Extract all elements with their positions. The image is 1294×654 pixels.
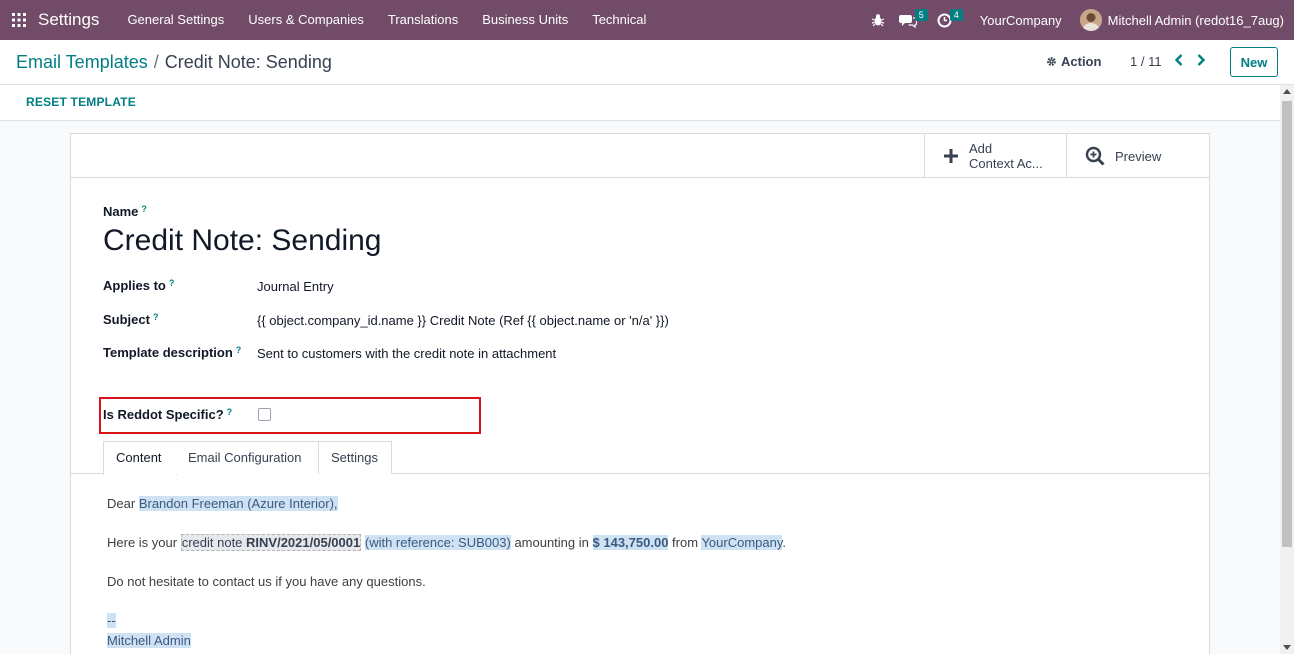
subject-label: Subject? <box>103 312 158 327</box>
tab-settings[interactable]: Settings <box>318 441 392 474</box>
form-statusbar: RESET TEMPLATE <box>0 85 1280 121</box>
zoom-search-icon <box>1085 146 1105 166</box>
body-company: YourCompany <box>701 535 783 550</box>
reddot-help-tooltip[interactable]: ? <box>227 407 233 417</box>
reddot-specific-label: Is Reddot Specific?? <box>103 407 232 422</box>
template-description-label-text: Template description <box>103 345 233 360</box>
add-context-line2: Context Ac... <box>969 156 1043 171</box>
notebook-tabs: Content Email Configuration Settings <box>71 441 1209 475</box>
applies-to-label-text: Applies to <box>103 278 166 293</box>
template-description-field[interactable]: Sent to customers with the credit note i… <box>257 346 556 361</box>
body-partner: Brandon Freeman <box>138 496 244 511</box>
body-dear: Dear <box>107 496 136 511</box>
scrollbar-thumb[interactable] <box>1282 101 1292 547</box>
preview-button[interactable]: Preview <box>1066 134 1209 178</box>
body-credit-note-word: credit note <box>181 535 243 550</box>
apps-menu-icon[interactable] <box>0 0 38 40</box>
messages-count-badge: 5 <box>914 9 928 21</box>
control-panel: Email Templates / Credit Note: Sending Act… <box>0 40 1294 85</box>
applies-to-label: Applies to? <box>103 278 174 293</box>
app-brand[interactable]: Settings <box>38 10 99 30</box>
body-signature-dash: -- <box>107 613 116 628</box>
menu-business-units[interactable]: Business Units <box>470 0 580 40</box>
body-period: . <box>782 535 787 550</box>
debug-bug-icon[interactable] <box>871 0 885 40</box>
menu-technical[interactable]: Technical <box>580 0 658 40</box>
body-credit-note-placeholder: credit note RINV/2021/05/0001 <box>180 534 362 551</box>
name-help-tooltip[interactable]: ? <box>141 204 147 214</box>
menu-general-settings[interactable]: General Settings <box>115 0 236 40</box>
new-button[interactable]: New <box>1230 47 1278 77</box>
body-partner-name: Brandon Freeman (Azure Interior), <box>138 496 338 511</box>
scroll-up-arrow-icon[interactable] <box>1283 89 1291 94</box>
applies-to-help-tooltip[interactable]: ? <box>169 278 175 288</box>
reddot-specific-checkbox[interactable] <box>258 408 271 421</box>
body-amounting-in: amounting in <box>514 535 589 550</box>
breadcrumb-separator: / <box>153 52 159 72</box>
template-description-label: Template description? <box>103 345 241 360</box>
body-partner-parent: (Azure Interior), <box>247 496 338 511</box>
body-amount: $ 143,750.00 <box>592 535 669 550</box>
menu-translations[interactable]: Translations <box>376 0 470 40</box>
name-label: Name? <box>103 204 147 219</box>
breadcrumb: Email Templates / Credit Note: Sending <box>16 52 332 73</box>
name-label-text: Name <box>103 204 139 219</box>
subject-field[interactable]: {{ object.company_id.name }} Credit Note… <box>257 313 669 328</box>
smart-button-box: Add Context Ac... Preview <box>71 134 1209 178</box>
action-label: Action <box>1061 54 1102 69</box>
tab-content[interactable]: Content <box>103 441 177 475</box>
subject-help-tooltip[interactable]: ? <box>153 312 159 322</box>
scroll-down-arrow-icon[interactable] <box>1283 645 1291 650</box>
pager-next-icon[interactable] <box>1196 53 1206 70</box>
user-avatar[interactable] <box>1079 9 1102 31</box>
add-context-action-button[interactable]: Add Context Ac... <box>924 134 1067 178</box>
company-switcher[interactable]: YourCompany <box>980 13 1062 28</box>
user-menu[interactable]: Mitchell Admin (redot16_7aug) <box>1108 13 1284 28</box>
body-signature: Mitchell Admin <box>107 633 191 648</box>
form-sheet: Add Context Ac... Preview Name? Credit N… <box>70 133 1210 654</box>
reset-template-button[interactable]: RESET TEMPLATE <box>26 95 136 109</box>
reddot-specific-label-text: Is Reddot Specific? <box>103 407 224 422</box>
body-greeting-line: Dear Brandon Freeman (Azure Interior), <box>107 496 338 511</box>
preview-label: Preview <box>1115 148 1162 164</box>
template-description-help-tooltip[interactable]: ? <box>236 345 242 355</box>
navbar-systray: 5 4 YourCompany Mitchell Admin (redot16_… <box>871 0 1284 40</box>
breadcrumb-current: Credit Note: Sending <box>164 52 332 72</box>
activities-clock-icon[interactable]: 4 <box>937 0 963 40</box>
activities-count-badge: 4 <box>949 9 963 21</box>
top-navbar: Settings General Settings Users & Compan… <box>0 0 1294 40</box>
add-context-line1: Add <box>969 141 993 156</box>
body-invoice-ref: RINV/2021/05/0001 <box>246 535 361 550</box>
subject-label-text: Subject <box>103 312 150 327</box>
breadcrumb-email-templates[interactable]: Email Templates <box>16 52 148 72</box>
gear-icon <box>1047 57 1056 66</box>
plus-icon <box>944 149 958 163</box>
body-from: from <box>672 535 699 550</box>
tab-email-configuration[interactable]: Email Configuration <box>176 441 319 474</box>
menu-users-companies[interactable]: Users & Companies <box>236 0 376 40</box>
body-sig-dash: -- <box>107 613 116 628</box>
vertical-scrollbar[interactable] <box>1280 85 1294 654</box>
body-contact-line: Do not hesitate to contact us if you hav… <box>107 574 426 589</box>
messages-icon[interactable]: 5 <box>898 0 928 40</box>
name-field[interactable]: Credit Note: Sending <box>103 224 382 258</box>
applies-to-field[interactable]: Journal Entry <box>257 279 334 294</box>
body-reference: (with reference: SUB003) <box>364 535 511 550</box>
pager-value[interactable]: 1 / 11 <box>1130 54 1162 69</box>
body-here-is: Here is your <box>107 535 178 550</box>
body-signature-line: Mitchell Admin <box>107 633 191 648</box>
body-credit-note-line: Here is your credit note RINV/2021/05/00… <box>107 534 787 551</box>
pager-previous-icon[interactable] <box>1174 53 1184 70</box>
action-button[interactable]: Action <box>1046 54 1101 69</box>
